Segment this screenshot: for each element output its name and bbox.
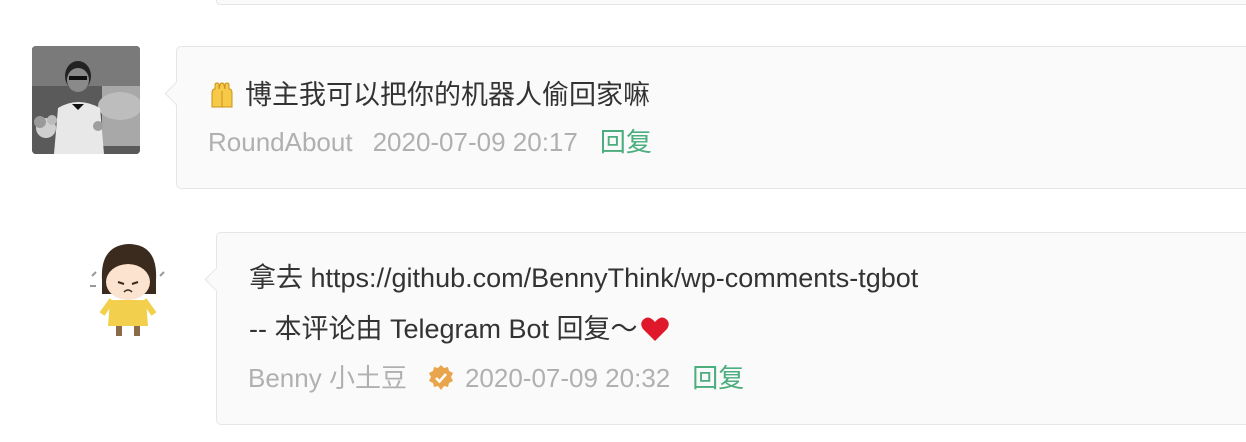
reply-bubble: 拿去 https://github.com/BennyThink/wp-comm… [204,232,1246,425]
comment-date: 2020-07-09 20:32 [464,363,671,393]
reply-meta: Benny 小土豆 2020-07-09 20:32 回复 [248,362,744,394]
bubble-tail [204,267,229,292]
bubble-tail [164,81,189,106]
comment-author[interactable]: Benny 小土豆 [248,362,407,394]
comment-author[interactable]: RoundAbout [208,126,353,158]
avatar[interactable] [32,46,140,154]
previous-comment-box [216,0,1246,5]
pray-hands-icon [211,82,233,108]
comment-text-content: 博主我可以把你的机器人偷回家嘛 [245,80,650,110]
reply-line-2: -- 本评论由 Telegram Bot 回复～ [249,312,670,346]
comment-bubble: 博主我可以把你的机器人偷回家嘛 RoundAbout 2020-07-09 20… [164,46,1246,189]
comment-thread: 博主我可以把你的机器人偷回家嘛 RoundAbout 2020-07-09 20… [0,0,1246,442]
avatar-cartoon [72,232,180,340]
avatar[interactable] [72,232,180,340]
comment-text: 博主我可以把你的机器人偷回家嘛 [209,78,650,112]
comment-meta: RoundAbout 2020-07-09 20:17 回复 [208,126,652,158]
comment-date: 2020-07-09 20:17 [372,127,578,157]
verified-badge-icon [428,365,453,390]
heart-icon [640,317,669,341]
avatar-photo [32,46,140,154]
reply-line-2-text: -- 本评论由 Telegram Bot 回复～ [249,314,638,344]
reply-line-1: 拿去 https://github.com/BennyThink/wp-comm… [249,263,919,293]
reply-button[interactable]: 回复 [600,126,652,158]
reply-button[interactable]: 回复 [692,362,744,394]
